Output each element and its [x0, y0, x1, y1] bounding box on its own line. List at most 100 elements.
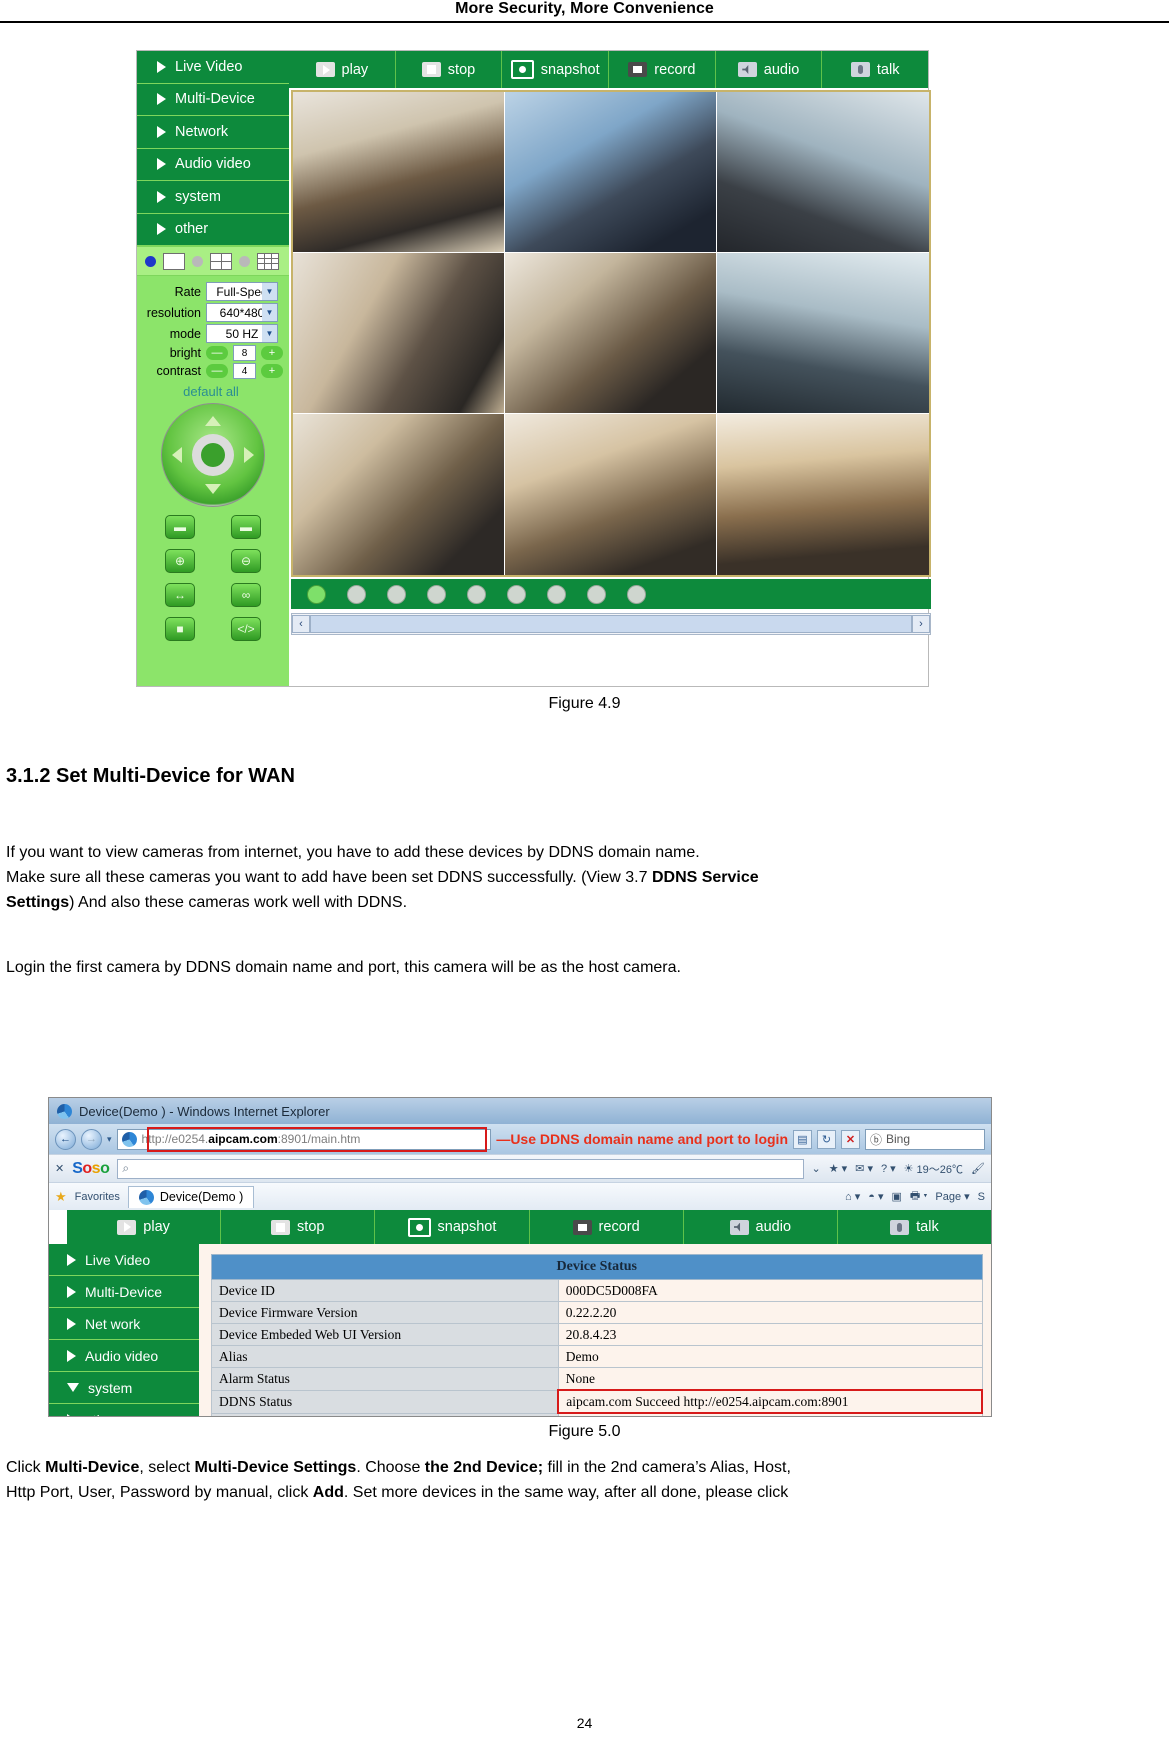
video-cell[interactable] [293, 92, 505, 253]
scroll-left-icon[interactable]: ‹ [292, 615, 310, 633]
talk-button[interactable]: talk [822, 51, 928, 88]
print-icon[interactable]: 🖶 ▾ [910, 1187, 928, 1206]
menu-item-live-video[interactable]: Live Video [49, 1244, 199, 1276]
menu-item-live-video[interactable]: Live Video [137, 51, 289, 84]
help-icon[interactable]: ? ▾ [881, 1162, 896, 1175]
menu-item-audio-video[interactable]: Audio video [137, 149, 289, 181]
layout-four-icon[interactable] [210, 252, 232, 270]
menu-item-other[interactable]: other [137, 214, 289, 246]
layout-radio-single[interactable] [145, 255, 156, 267]
video-cell[interactable] [293, 253, 505, 414]
browser-tab[interactable]: Device(Demo ) [127, 1185, 255, 1208]
refresh-button[interactable]: ↻ [817, 1129, 836, 1149]
infinite-patrol-icon[interactable]: ∞ [231, 583, 261, 607]
preset-down-icon[interactable]: ▬ [231, 515, 261, 539]
mail-icon[interactable]: ▣ [892, 1190, 902, 1203]
device-indicator[interactable] [347, 584, 366, 604]
menu-item-other[interactable]: other [49, 1404, 199, 1416]
audio-button[interactable]: audio [716, 51, 823, 88]
resolution-select[interactable]: 640*480 ▼ [206, 303, 278, 322]
video-cell[interactable] [717, 414, 929, 575]
video-cell[interactable] [717, 92, 929, 253]
contrast-decrease-button[interactable]: — [206, 364, 228, 378]
favorites-label[interactable]: Favorites [75, 1191, 120, 1203]
device-indicator[interactable] [507, 584, 526, 604]
layout-nine-icon[interactable] [257, 252, 279, 270]
mail-icon[interactable]: ✉ ▾ [855, 1162, 873, 1175]
home-icon[interactable]: ⌂ ▾ [845, 1190, 860, 1203]
menu-item-system[interactable]: system [49, 1372, 199, 1404]
favorites-star-icon[interactable]: ★ ▾ [829, 1162, 847, 1175]
soso-search-input[interactable]: ⌕ [117, 1158, 804, 1179]
mode-select[interactable]: 50 HZ ▼ [206, 324, 278, 343]
layout-single-icon[interactable] [163, 252, 185, 270]
zoom-out-icon[interactable]: ⊖ [231, 549, 261, 573]
snapshot-button[interactable]: snapshot [375, 1210, 530, 1244]
menu-item-system[interactable]: system [137, 181, 289, 214]
video-cell[interactable] [293, 414, 505, 575]
weather-widget[interactable]: ☀ 19～26℃ [904, 1161, 963, 1177]
history-dropdown-icon[interactable]: ▾ [107, 1134, 112, 1145]
code-icon[interactable]: </> [231, 617, 261, 641]
audio-button[interactable]: audio [684, 1210, 838, 1244]
tools-menu[interactable]: S [978, 1191, 985, 1203]
pan-up-icon[interactable] [205, 416, 221, 426]
stop-button[interactable]: stop [221, 1210, 376, 1244]
play-button[interactable]: play [289, 51, 396, 88]
device-indicator[interactable] [307, 584, 326, 604]
horizontal-patrol-icon[interactable]: ↔ [165, 583, 195, 607]
video-cell[interactable] [505, 414, 717, 575]
device-indicator[interactable] [467, 584, 486, 604]
video-cell[interactable] [505, 92, 717, 253]
menu-item-network[interactable]: Network [137, 116, 289, 149]
stop-button[interactable]: ✕ [841, 1129, 860, 1149]
device-indicator[interactable] [387, 584, 406, 604]
close-toolbar-icon[interactable]: ✕ [55, 1162, 64, 1175]
layout-radio-nine[interactable] [239, 255, 250, 267]
cleanup-icon[interactable]: 🖌 [971, 1162, 985, 1175]
pan-right-icon[interactable] [244, 447, 254, 463]
scroll-right-icon[interactable]: › [912, 615, 930, 633]
talk-button[interactable]: talk [838, 1210, 991, 1244]
record-button[interactable]: record [530, 1210, 684, 1244]
pan-down-icon[interactable] [205, 484, 221, 494]
layout-selector[interactable] [137, 246, 289, 276]
soso-dropdown-icon[interactable]: ⌄ [812, 1162, 821, 1175]
back-button[interactable]: ← [55, 1128, 76, 1150]
compatibility-view-icon[interactable]: ▤ [793, 1129, 812, 1149]
device-indicator[interactable] [427, 584, 446, 604]
record-button[interactable]: record [609, 51, 716, 88]
bright-decrease-button[interactable]: — [206, 346, 228, 360]
scroll-track[interactable] [310, 615, 912, 633]
video-cell[interactable] [505, 253, 717, 414]
stop-patrol-icon[interactable]: ■ [165, 617, 195, 641]
default-all-link[interactable]: default all [139, 384, 283, 399]
stop-button[interactable]: stop [396, 51, 503, 88]
feeds-icon[interactable]: ◓ ▾ [868, 1190, 883, 1203]
search-input[interactable]: ⓑ Bing [865, 1128, 985, 1150]
forward-button[interactable]: → [81, 1128, 102, 1150]
menu-item-multi-device[interactable]: Multi-Device [137, 84, 289, 116]
video-cell[interactable] [717, 253, 929, 414]
menu-item-network[interactable]: Net work [49, 1308, 199, 1340]
play-button[interactable]: play [67, 1210, 222, 1244]
ptz-direction-pad[interactable] [161, 403, 265, 507]
device-indicator[interactable] [587, 584, 606, 604]
ptz-center-button[interactable] [192, 434, 234, 476]
snapshot-button[interactable]: snapshot [502, 51, 610, 88]
zoom-in-icon[interactable]: ⊕ [165, 549, 195, 573]
device-indicator[interactable] [627, 584, 646, 604]
address-bar[interactable]: http://e0254.aipcam.com:8901/main.htm [116, 1126, 492, 1152]
preset-up-icon[interactable]: ▬ [165, 515, 195, 539]
pan-left-icon[interactable] [172, 447, 182, 463]
layout-radio-four[interactable] [192, 255, 203, 267]
favorites-star-icon[interactable]: ★ [55, 1189, 67, 1205]
menu-item-multi-device[interactable]: Multi-Device [49, 1276, 199, 1308]
menu-item-audio-video[interactable]: Audio video [49, 1340, 199, 1372]
page-menu[interactable]: Page ▾ [935, 1190, 969, 1204]
horizontal-scrollbar[interactable]: ‹ › [291, 613, 931, 635]
bright-increase-button[interactable]: + [261, 346, 283, 360]
contrast-increase-button[interactable]: + [261, 364, 283, 378]
device-indicator[interactable] [547, 584, 566, 604]
rate-select[interactable]: Full-Spee ▼ [206, 282, 278, 301]
